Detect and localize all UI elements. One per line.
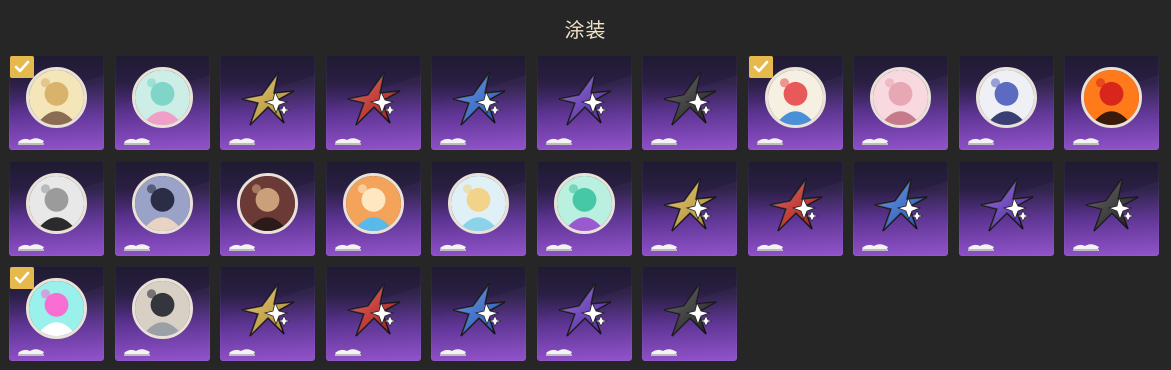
star-emblem-icon — [766, 175, 826, 235]
page-title: 涂装 — [564, 18, 607, 42]
vehicle-emblem-icon — [333, 342, 363, 356]
avatar-image — [26, 173, 87, 234]
avatar-image — [554, 173, 615, 234]
skin-star-purple-3[interactable] — [537, 266, 632, 361]
star-emblem-icon — [660, 280, 720, 340]
avatar-image — [1081, 67, 1142, 128]
skin-star-red[interactable] — [326, 55, 421, 150]
star-emblem-icon — [238, 69, 298, 129]
vehicle-emblem-icon — [16, 131, 46, 145]
star-emblem-icon — [1082, 175, 1142, 235]
vehicle-emblem-icon — [755, 237, 785, 251]
skin-star-blue-2[interactable] — [853, 161, 948, 256]
star-emblem-icon — [449, 69, 509, 129]
skin-avatar-red-creature[interactable] — [1064, 55, 1159, 150]
vehicle-emblem-icon — [16, 342, 46, 356]
skin-star-gold[interactable] — [220, 55, 315, 150]
skin-star-blue[interactable] — [431, 55, 526, 150]
vehicle-emblem-icon — [438, 131, 468, 145]
star-emblem-icon — [871, 175, 931, 235]
avatar-image — [448, 173, 509, 234]
star-emblem-icon — [555, 280, 615, 340]
skin-avatar-pink-sketch[interactable] — [853, 55, 948, 150]
vehicle-emblem-icon — [333, 131, 363, 145]
skin-avatar-emblem-crest[interactable] — [959, 55, 1054, 150]
skin-avatar-teal-swirl[interactable] — [115, 55, 210, 150]
vehicle-emblem-icon — [649, 237, 679, 251]
avatar-image — [132, 278, 193, 339]
vehicle-emblem-icon — [122, 237, 152, 251]
vehicle-emblem-icon — [1071, 131, 1101, 145]
vehicle-emblem-icon — [860, 237, 890, 251]
star-emblem-icon — [344, 280, 404, 340]
skin-avatar-mint-gem[interactable] — [537, 161, 632, 256]
skin-grid — [9, 55, 1164, 365]
star-emblem-icon — [449, 280, 509, 340]
skin-avatar-orange-crystal[interactable] — [326, 161, 421, 256]
vehicle-emblem-icon — [333, 237, 363, 251]
equipped-check-icon — [10, 56, 34, 78]
vehicle-emblem-icon — [755, 131, 785, 145]
avatar-image — [237, 173, 298, 234]
skin-star-red-2[interactable] — [748, 161, 843, 256]
skin-star-gold-3[interactable] — [220, 266, 315, 361]
equipped-check-icon — [10, 267, 34, 289]
skin-avatar-dark-coat-boy[interactable] — [115, 266, 210, 361]
avatar-image — [132, 173, 193, 234]
skin-star-purple[interactable] — [537, 55, 632, 150]
skin-star-black-2[interactable] — [1064, 161, 1159, 256]
skin-star-gold-2[interactable] — [642, 161, 737, 256]
skin-avatar-blonde-chibi[interactable] — [431, 161, 526, 256]
skin-avatar-pink-cat[interactable] — [9, 266, 104, 361]
star-emblem-icon — [977, 175, 1037, 235]
avatar-image — [343, 173, 404, 234]
vehicle-emblem-icon — [227, 131, 257, 145]
skin-avatar-two-girls[interactable] — [220, 161, 315, 256]
vehicle-emblem-icon — [649, 131, 679, 145]
skin-avatar-dark-hair-boy[interactable] — [115, 161, 210, 256]
star-emblem-icon — [660, 175, 720, 235]
star-emblem-icon — [660, 69, 720, 129]
skin-star-blue-3[interactable] — [431, 266, 526, 361]
avatar-image — [26, 67, 87, 128]
skin-star-black-3[interactable] — [642, 266, 737, 361]
vehicle-emblem-icon — [122, 342, 152, 356]
avatar-image — [976, 67, 1037, 128]
vehicle-emblem-icon — [966, 237, 996, 251]
vehicle-emblem-icon — [544, 342, 574, 356]
avatar-image — [870, 67, 931, 128]
avatar-image — [132, 67, 193, 128]
vehicle-emblem-icon — [649, 342, 679, 356]
avatar-image — [26, 278, 87, 339]
skin-avatar-sticker-collage[interactable] — [748, 55, 843, 150]
vehicle-emblem-icon — [122, 131, 152, 145]
skin-star-black[interactable] — [642, 55, 737, 150]
skin-star-purple-2[interactable] — [959, 161, 1054, 256]
vehicle-emblem-icon — [227, 342, 257, 356]
star-emblem-icon — [344, 69, 404, 129]
star-emblem-icon — [238, 280, 298, 340]
skin-star-red-3[interactable] — [326, 266, 421, 361]
equipped-check-icon — [749, 56, 773, 78]
vehicle-emblem-icon — [544, 131, 574, 145]
vehicle-emblem-icon — [1071, 237, 1101, 251]
skin-avatar-masked-hunter[interactable] — [9, 161, 104, 256]
vehicle-emblem-icon — [438, 342, 468, 356]
vehicle-emblem-icon — [16, 237, 46, 251]
vehicle-emblem-icon — [860, 131, 890, 145]
vehicle-emblem-icon — [966, 131, 996, 145]
avatar-image — [765, 67, 826, 128]
star-emblem-icon — [555, 69, 615, 129]
vehicle-emblem-icon — [438, 237, 468, 251]
skin-avatar-girl-sketch[interactable] — [9, 55, 104, 150]
vehicle-emblem-icon — [227, 237, 257, 251]
vehicle-emblem-icon — [544, 237, 574, 251]
